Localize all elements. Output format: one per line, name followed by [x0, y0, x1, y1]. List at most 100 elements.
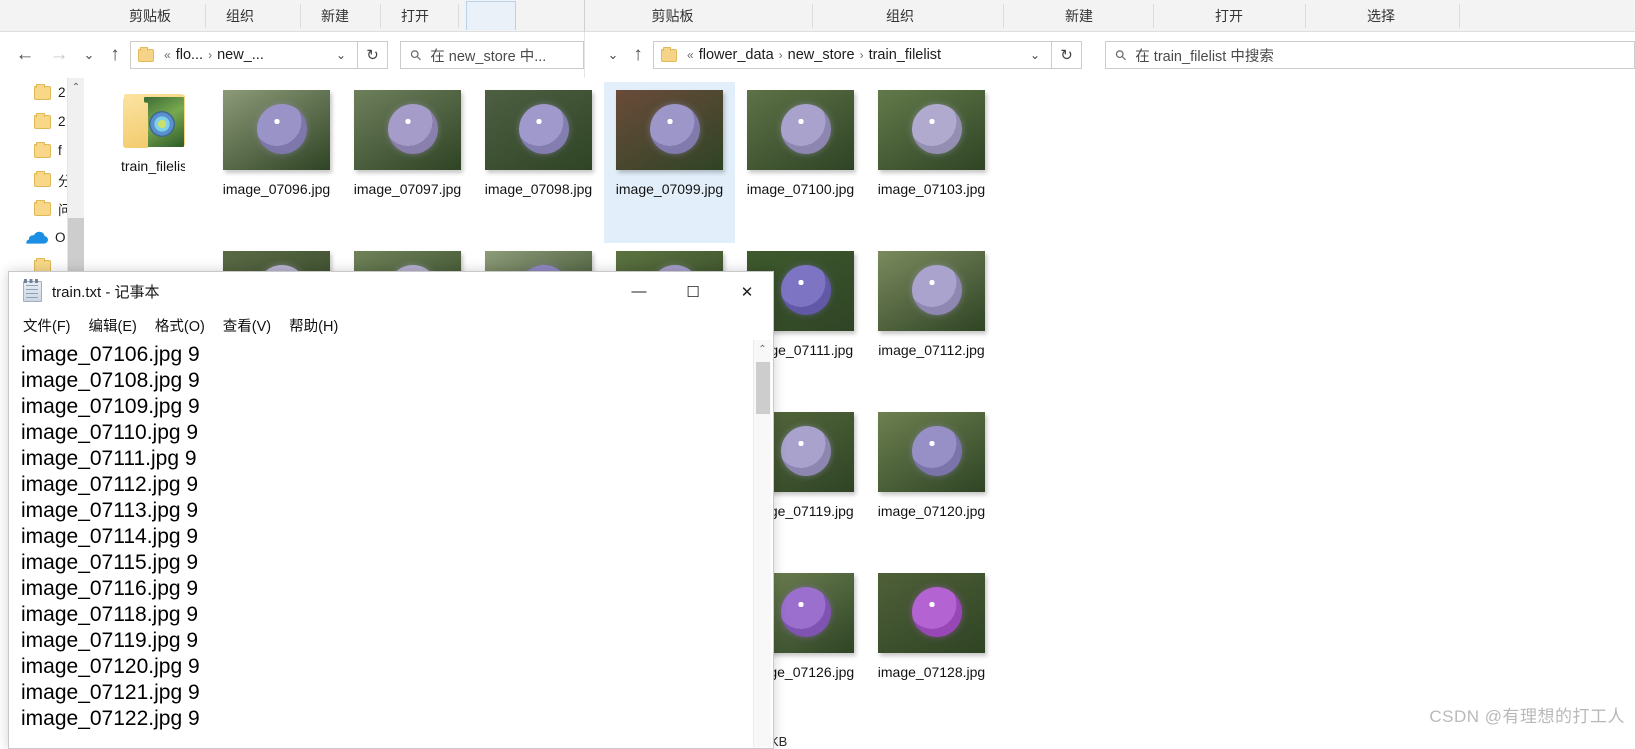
minimize-icon: —: [631, 283, 647, 300]
notepad-line: image_07121.jpg 9: [21, 681, 200, 704]
thumbnail-item[interactable]: image_07103.jpg: [866, 82, 997, 243]
maximize-button[interactable]: ☐: [670, 272, 716, 311]
thumbnail-item[interactable]: image_07096.jpg: [211, 82, 342, 243]
notepad-line: image_07115.jpg 9: [21, 551, 199, 574]
scroll-up-icon[interactable]: ⌃: [68, 78, 84, 96]
thumbnail-item[interactable]: image_07098.jpg: [473, 82, 604, 243]
breadcrumb-item[interactable]: train_filelist: [869, 47, 942, 63]
breadcrumb-prefix: «: [687, 48, 694, 62]
thumbnail-item[interactable]: image_07120.jpg: [866, 404, 997, 565]
ribbon-tab-label: 打开: [401, 8, 429, 24]
thumbnail-item[interactable]: image_07128.jpg: [866, 565, 997, 726]
watermark-text: CSDN @有理想的打工人: [1429, 707, 1625, 726]
ribbon-tabbar-right: 剪贴板 组织 新建 打开 选择: [584, 0, 1635, 32]
refresh-button-left[interactable]: ↻: [358, 41, 388, 69]
thumbnail-image: [354, 90, 461, 170]
thumbnail-name-label: image_07128.jpg: [877, 664, 986, 680]
ribbon-tab-open-left[interactable]: 打开: [381, 0, 449, 32]
breadcrumb-separator: ›: [208, 48, 213, 62]
notepad-scrollbar[interactable]: ⌃: [753, 340, 771, 747]
close-button[interactable]: ✕: [724, 272, 770, 311]
menu-edit[interactable]: 编辑(E): [89, 315, 137, 336]
minimize-button[interactable]: —: [616, 272, 662, 311]
ribbon-tab-label: 新建: [321, 8, 349, 24]
ribbon-tab-clipboard-right[interactable]: 剪贴板: [585, 0, 760, 32]
file-name-label: train_filelist: [120, 158, 192, 174]
ribbon-tab-label: 选择: [1367, 8, 1395, 24]
folder-icon: [34, 112, 51, 129]
search-icon: ⚲: [406, 45, 426, 64]
notepad-titlebar[interactable]: train.txt - 记事本 — ☐ ✕: [9, 272, 773, 311]
notepad-line: image_07116.jpg 9: [21, 577, 199, 600]
sidebar-item-onedrive[interactable]: O: [0, 223, 67, 252]
notepad-line: image_07114.jpg 9: [21, 525, 199, 548]
breadcrumb-separator: ›: [778, 48, 783, 62]
maximize-icon: ☐: [686, 283, 700, 301]
notepad-line: image_07110.jpg 9: [21, 421, 199, 444]
ribbon-tab-clipboard-left[interactable]: 剪贴板: [95, 0, 205, 32]
thumbnail-name-label: image_07112.jpg: [878, 342, 985, 358]
recent-locations-button-left[interactable]: ⌄: [76, 42, 102, 68]
address-bar-right: ⌄ ↑ « flower_data › new_store › train_fi…: [584, 32, 1635, 78]
forward-icon: →: [49, 44, 69, 65]
breadcrumb-item[interactable]: new_...: [217, 47, 264, 63]
sidebar-item-folder[interactable]: f: [0, 136, 67, 165]
breadcrumb-item[interactable]: new_store: [788, 47, 855, 63]
notepad-text-area[interactable]: image_07106.jpg 9 image_07108.jpg 9 image_…: [10, 340, 772, 747]
screen-root: 剪贴板 组织 新建 打开 ← → ⌄ ↑ « flo... › new_... …: [0, 0, 1635, 749]
thumbnail-image: [878, 90, 985, 170]
menu-help[interactable]: 帮助(H): [289, 315, 338, 336]
scrollbar-thumb[interactable]: [756, 362, 770, 414]
breadcrumb-item[interactable]: flo...: [176, 47, 203, 63]
ribbon-tab-open-right[interactable]: 打开: [1154, 0, 1304, 32]
back-icon: ←: [15, 44, 35, 65]
thumbnail-item[interactable]: image_07097.jpg: [342, 82, 473, 243]
sidebar-item-folder[interactable]: 2: [0, 107, 67, 136]
thumbnail-image: [878, 412, 985, 492]
breadcrumb-separator: ›: [859, 48, 864, 62]
scroll-up-icon[interactable]: ⌃: [754, 340, 771, 358]
notepad-line: image_07120.jpg 9: [21, 655, 200, 678]
menu-view[interactable]: 查看(V): [223, 315, 271, 336]
address-path-box-right[interactable]: « flower_data › new_store › train_fileli…: [653, 41, 1052, 69]
chevron-down-icon[interactable]: ⌄: [329, 48, 353, 62]
search-box-right[interactable]: ⚲ 在 train_filelist 中搜索: [1105, 41, 1635, 69]
sidebar-item-folder[interactable]: 2: [0, 78, 67, 107]
menu-format[interactable]: 格式(O): [155, 315, 205, 336]
ribbon-divider: [458, 4, 459, 28]
forward-button-left[interactable]: →: [46, 42, 72, 68]
thumbnail-image: [485, 90, 592, 170]
search-box-left[interactable]: ⚲ 在 new_store 中...: [400, 41, 584, 69]
menu-file[interactable]: 文件(F): [23, 315, 71, 336]
ribbon-tab-new-left[interactable]: 新建: [301, 0, 369, 32]
sidebar-item-folder[interactable]: 分: [0, 165, 67, 194]
address-path-box-left[interactable]: « flo... › new_... ⌄: [130, 41, 358, 69]
sidebar-item-label: f: [58, 143, 62, 158]
chevron-down-icon[interactable]: ⌄: [1023, 48, 1047, 62]
refresh-button-right[interactable]: ↻: [1052, 41, 1082, 69]
breadcrumb-prefix: «: [164, 48, 171, 62]
up-button-right[interactable]: ↑: [625, 42, 651, 68]
ribbon-tab-new-right[interactable]: 新建: [1004, 0, 1154, 32]
sidebar-item-label: 分: [58, 170, 67, 190]
ribbon-tab-select-left[interactable]: [466, 1, 516, 30]
recent-locations-button-right[interactable]: ⌄: [600, 42, 626, 68]
breadcrumb-item[interactable]: flower_data: [699, 47, 774, 63]
sidebar-item-folder[interactable]: 问: [0, 194, 67, 223]
thumbnail-item[interactable]: image_07100.jpg: [735, 82, 866, 243]
thumbnail-item[interactable]: image_07112.jpg: [866, 243, 997, 404]
ribbon-tab-organize-left[interactable]: 组织: [206, 0, 274, 32]
up-button-left[interactable]: ↑: [102, 42, 128, 68]
ribbon-tab-label: 剪贴板: [129, 8, 171, 24]
thumbnail-name-label: image_07103.jpg: [877, 181, 986, 197]
ribbon-tab-organize-right[interactable]: 组织: [813, 0, 987, 32]
sidebar-item-label: 问: [58, 199, 67, 219]
ribbon-tab-select-right[interactable]: 选择: [1306, 0, 1456, 32]
folder-icon: [34, 199, 51, 216]
notepad-icon: [23, 279, 42, 302]
notepad-menubar: 文件(F) 编辑(E) 格式(O) 查看(V) 帮助(H): [9, 311, 773, 339]
notepad-text-content[interactable]: image_07106.jpg 9 image_07108.jpg 9 image_…: [21, 342, 740, 732]
thumbnail-item[interactable]: image_07099.jpg: [604, 82, 735, 243]
back-button-left[interactable]: ←: [12, 42, 38, 68]
thumbnail-name-label: image_07100.jpg: [746, 181, 855, 197]
